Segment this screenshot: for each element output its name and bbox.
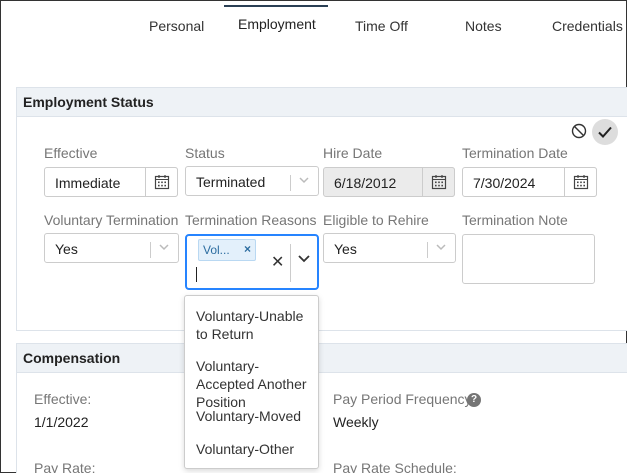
eligible-to-rehire-value: Yes	[334, 241, 357, 257]
select-separator	[150, 242, 151, 258]
pay-period-frequency-label: Pay Period Frequency:	[333, 391, 476, 407]
check-icon[interactable]	[592, 119, 618, 145]
calendar-icon[interactable]	[145, 167, 178, 197]
clear-icon[interactable]: ✕	[271, 252, 284, 272]
pay-period-frequency-value: Weekly	[333, 414, 379, 430]
chip-remove-icon[interactable]: ×	[244, 242, 251, 256]
tab-credentials[interactable]: Credentials	[552, 18, 623, 34]
voluntary-termination-value: Yes	[55, 241, 78, 257]
termination-date-field[interactable]: 7/30/2024	[462, 167, 597, 197]
tab-notes[interactable]: Notes	[465, 18, 502, 34]
chevron-down-icon[interactable]	[158, 241, 170, 256]
chevron-down-icon[interactable]	[435, 241, 447, 256]
termination-note-label: Termination Note	[462, 212, 568, 228]
help-icon[interactable]: ?	[467, 393, 481, 407]
voluntary-termination-select[interactable]: Yes	[44, 233, 179, 263]
termination-date-label: Termination Date	[462, 145, 568, 161]
selected-reason-chip: Vol... ×	[198, 239, 256, 261]
active-tab-indicator	[224, 5, 328, 7]
text-caret	[196, 267, 197, 282]
hire-date-value: 6/18/2012	[334, 175, 397, 191]
menu-option[interactable]: Voluntary-Other	[196, 440, 314, 458]
menu-option[interactable]: Voluntary-Unable to Return	[196, 307, 314, 343]
status-label: Status	[185, 145, 225, 161]
chevron-down-icon[interactable]	[297, 251, 311, 268]
calendar-icon[interactable]	[564, 167, 597, 197]
select-separator	[290, 244, 291, 282]
voluntary-termination-label: Voluntary Termination	[44, 212, 179, 228]
select-separator	[427, 242, 428, 258]
status-value: Terminated	[196, 174, 266, 190]
comp-effective-label: Effective:	[34, 391, 92, 407]
compensation-header: Compensation	[16, 343, 627, 373]
employment-status-header: Employment Status	[16, 87, 627, 117]
menu-option[interactable]: Voluntary-Accepted Another Position	[196, 357, 314, 411]
termination-reasons-menu: Voluntary-Unable to Return Voluntary-Acc…	[184, 295, 319, 469]
tab-employment[interactable]: Employment	[238, 16, 316, 32]
calendar-icon[interactable]	[422, 167, 455, 197]
pay-rate-schedule-label: Pay Rate Schedule:	[333, 460, 457, 473]
tab-time-off[interactable]: Time Off	[355, 18, 408, 34]
comp-effective-value: 1/1/2022	[34, 414, 89, 430]
termination-date-value: 7/30/2024	[473, 175, 536, 191]
eligible-to-rehire-select[interactable]: Yes	[323, 233, 456, 263]
termination-reasons-select[interactable]: Vol... × ✕	[185, 234, 319, 290]
tab-personal[interactable]: Personal	[149, 18, 204, 34]
chip-label: Vol...	[203, 243, 230, 257]
menu-option[interactable]: Voluntary-Moved	[196, 407, 314, 425]
pay-rate-label: Pay Rate:	[34, 460, 96, 473]
status-select[interactable]: Terminated	[185, 166, 319, 196]
termination-note-textarea[interactable]	[462, 234, 595, 284]
effective-label: Effective	[44, 145, 98, 161]
hire-date-label: Hire Date	[323, 145, 383, 161]
tab-bar: Personal Employment Time Off Notes Crede…	[1, 1, 627, 47]
hire-date-field: 6/18/2012	[323, 167, 455, 197]
compensation-body	[16, 373, 627, 473]
effective-date-field[interactable]: Immediate	[44, 167, 178, 197]
eligible-to-rehire-label: Eligible to Rehire	[323, 212, 429, 228]
cancel-icon[interactable]	[570, 122, 588, 140]
effective-date-value: Immediate	[55, 175, 121, 191]
chevron-down-icon[interactable]	[298, 174, 310, 189]
select-separator	[290, 175, 291, 191]
termination-reasons-label: Termination Reasons	[185, 212, 317, 228]
